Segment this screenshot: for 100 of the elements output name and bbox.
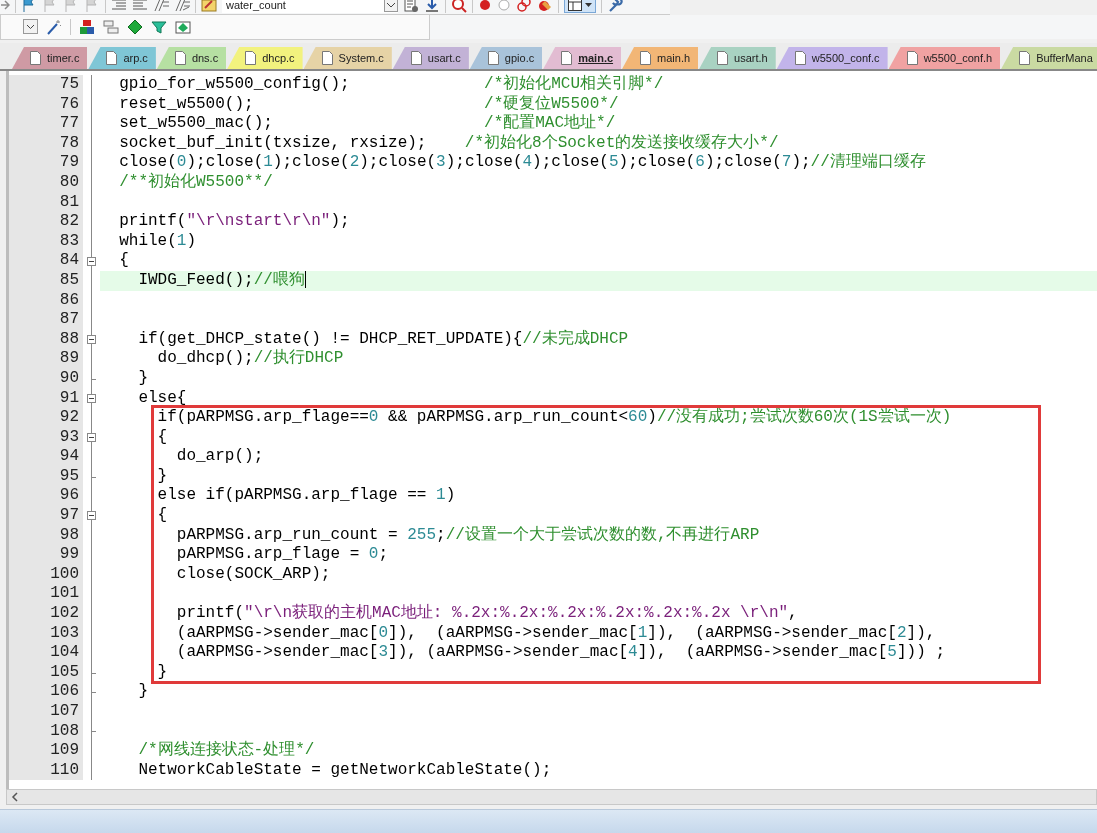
target-icon (201, 0, 217, 13)
file-icon (245, 51, 257, 65)
code-line: while(1) (118, 231, 197, 252)
file-icon (717, 51, 729, 65)
file-tab[interactable]: arp.c (88, 47, 156, 69)
collapse-icon[interactable] (87, 335, 96, 344)
line-number: 80 (9, 172, 83, 193)
code-line: printf("\r\n获取的主机MAC地址: %.2x:%.2x:%.2x:%.2x:%.2x:%.2x \r\n", (175, 604, 798, 624)
collapse-icon[interactable] (87, 393, 96, 403)
file-tab[interactable]: main.c (543, 47, 622, 69)
collapse-icon[interactable] (87, 256, 96, 266)
line-number: 105 (9, 662, 83, 683)
uncomment-lines-icon[interactable] (174, 0, 190, 12)
file-icon (640, 51, 652, 65)
code-line: IWDG_Feed();//喂狗 (137, 270, 306, 291)
line-number: 110 (9, 760, 83, 781)
target-dropdown[interactable]: water_count (222, 0, 398, 13)
line-number: 109 (9, 741, 83, 761)
breakpoint-icon[interactable] (478, 0, 492, 12)
code-line: (aARPMSG->sender_mac[3]), (aARPMSG->sender_mac[4]), (aARPMSG->sender_mac[5])) ; (175, 643, 945, 663)
file-tab[interactable]: w5500_conf.c (776, 47, 888, 69)
line-number: 76 (9, 94, 83, 115)
file-options-icon[interactable] (403, 0, 419, 13)
code-editor[interactable] (6, 71, 1097, 789)
file-icon (321, 51, 333, 65)
file-tab[interactable]: BufferMana (1001, 47, 1097, 69)
code-line: (aARPMSG->sender_mac[0]), (aARPMSG->sender_mac[1]), (aARPMSG->sender_mac[2]), (175, 623, 936, 644)
caret-icon[interactable] (585, 2, 592, 8)
file-tab[interactable]: timer.c (12, 47, 88, 69)
clear-breakpoints-icon[interactable] (537, 0, 553, 13)
line-number: 102 (9, 604, 83, 624)
scroll-left-icon[interactable] (10, 792, 20, 802)
back-arrow-icon[interactable] (0, 0, 10, 12)
code-line: reset_w5500(); /*硬复位W5500*/ (118, 94, 619, 114)
line-number: 82 (9, 212, 83, 232)
file-icon (174, 51, 186, 65)
window-layout-button[interactable] (564, 0, 596, 13)
code-line: /**初始化W5500**/ (118, 172, 273, 193)
debug-magnifier-icon[interactable] (451, 0, 467, 13)
code-line: close(0);close(1);close(2);close(3);close(4);close(5);close(6);close(7);//清理端口缓存 (118, 153, 926, 172)
file-icon (794, 51, 806, 65)
collapse-icon[interactable] (87, 511, 96, 521)
line-number: 96 (9, 486, 83, 507)
file-tab[interactable]: dhcp.c (227, 47, 303, 69)
code-line: close(SOCK_ARP); (175, 564, 331, 585)
line-number: 106 (9, 682, 83, 702)
code-line: do_dhcp();//执行DHCP (156, 349, 344, 369)
comment-lines-icon[interactable] (153, 0, 169, 12)
line-number: 85 (9, 270, 83, 291)
line-number: 104 (9, 643, 83, 663)
code-line: printf("\r\nstart\r\n"); (118, 212, 350, 232)
code-line: if(pARPMSG.arp_flage==0 && pARPMSG.arp_run_count<60)//没有成功;尝试次数60次(1S尝试一次) (156, 408, 952, 428)
line-number: 101 (9, 584, 83, 605)
file-tab[interactable]: main.h (622, 47, 699, 69)
file-tab[interactable]: dns.c (156, 47, 227, 69)
line-number: 97 (9, 506, 83, 526)
code-line: pARPMSG.arp_flage = 0; (175, 545, 389, 565)
line-number: 94 (9, 447, 83, 467)
linked-circles-icon[interactable] (516, 0, 532, 13)
download-icon[interactable] (424, 0, 440, 13)
diamond-icon[interactable] (127, 18, 143, 35)
code-line: NetworkCableState = getNetworkCableState(); (137, 760, 552, 781)
file-icon (106, 51, 118, 65)
line-number: 86 (9, 290, 83, 311)
file-tab[interactable]: System.c (303, 47, 392, 69)
code-line: { (156, 506, 168, 526)
diamond-grid-icon[interactable] (175, 18, 191, 35)
file-tab[interactable]: gpio.c (469, 47, 543, 69)
file-icon (906, 51, 918, 65)
wrench-icon[interactable] (607, 0, 623, 13)
dropdown-arrow-icon[interactable] (384, 0, 398, 12)
line-number: 77 (9, 114, 83, 134)
line-number: 81 (9, 192, 83, 213)
collapse-icon[interactable] (87, 433, 96, 442)
file-tab[interactable]: usart.c (392, 47, 469, 69)
code-line: if(get_DHCP_state() != DHCP_RET_UPDATE){//未完成DHCP (137, 329, 629, 349)
code-line: } (156, 466, 168, 487)
dropdown-icon[interactable] (23, 19, 38, 34)
blocks-icon[interactable] (79, 18, 95, 35)
magic-wand-icon[interactable] (46, 18, 62, 35)
line-number: 83 (9, 231, 83, 252)
line-number: 103 (9, 623, 83, 644)
stacked-windows-icon[interactable] (103, 18, 119, 35)
file-tab[interactable]: w5500_conf.h (888, 47, 1001, 69)
flag-icon[interactable] (21, 0, 37, 13)
funnel-icon[interactable] (151, 18, 167, 35)
code-line: } (156, 662, 168, 683)
file-icon (30, 51, 41, 65)
code-line: set_w5500_mac(); /*配置MAC地址*/ (118, 114, 616, 133)
line-number: 100 (9, 564, 83, 585)
horizontal-scrollbar[interactable] (6, 789, 1097, 805)
file-tab[interactable]: usart.h (699, 47, 776, 69)
code-line: else if(pARPMSG.arp_flage == 1) (156, 486, 456, 507)
file-icon (561, 51, 573, 65)
line-number: 79 (9, 153, 83, 173)
line-number: 84 (9, 251, 83, 271)
code-line: { (118, 251, 129, 271)
code-line: pARPMSG.arp_run_count = 255;//设置一个大于尝试次数的数,不再进行ARP (175, 525, 760, 546)
line-number: 92 (9, 408, 83, 428)
line-number: 99 (9, 545, 83, 565)
